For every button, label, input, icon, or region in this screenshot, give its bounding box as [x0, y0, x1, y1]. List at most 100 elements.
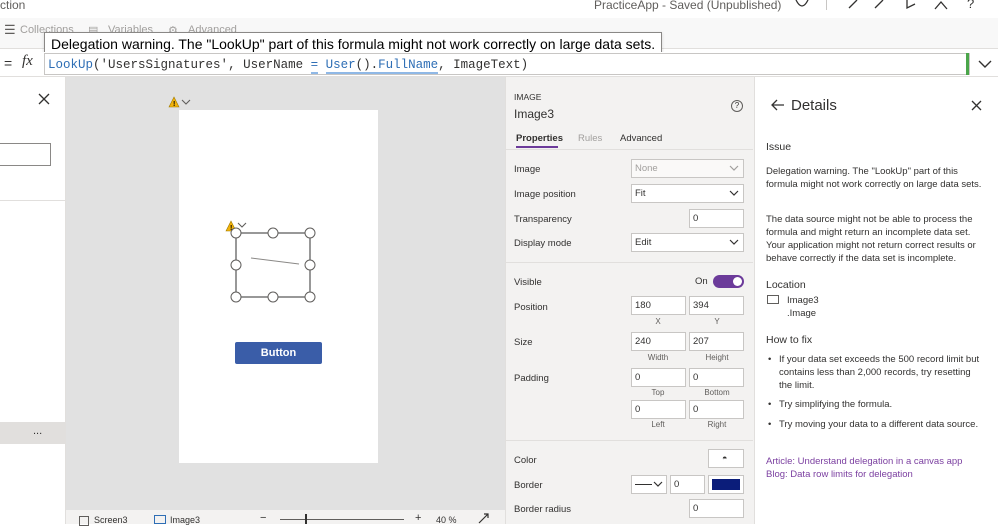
- padding-bottom-label: Bottom: [704, 388, 730, 397]
- transparency-label: Transparency: [514, 214, 572, 225]
- image-label: Image: [514, 164, 541, 175]
- paint-bucket-icon: ◓: [722, 453, 728, 463]
- border-radius-label: Border radius: [514, 504, 572, 515]
- image-position-value: Fit: [635, 188, 646, 199]
- fix-item: Try moving your data to a different data…: [779, 419, 979, 430]
- article-link[interactable]: Article: Understand delegation in a canv…: [766, 456, 962, 467]
- formula-expand-chevron-icon[interactable]: [978, 59, 992, 69]
- hamburger-icon[interactable]: ☰: [4, 22, 16, 38]
- position-x-label: X: [655, 317, 661, 326]
- screen-warning-icon[interactable]: !: [168, 96, 194, 110]
- app-checker-icon[interactable]: [794, 0, 810, 10]
- bullet: •: [768, 399, 772, 410]
- toolbar-divider: [826, 0, 827, 10]
- padding-top-input[interactable]: 0: [631, 368, 686, 387]
- app-status: PracticeApp - Saved (Unpublished): [594, 0, 782, 12]
- chevron-down-icon: [729, 190, 739, 196]
- howto-heading: How to fix: [766, 334, 813, 346]
- position-y-input[interactable]: 394: [689, 296, 744, 315]
- props-section-divider: [506, 440, 753, 441]
- zoom-slider-track[interactable]: [280, 519, 404, 520]
- zoom-in-button[interactable]: +: [415, 512, 421, 524]
- location-property: .Image: [787, 308, 817, 319]
- fit-to-window-icon[interactable]: [478, 513, 490, 524]
- border-style-dropdown[interactable]: [631, 475, 667, 494]
- help-circle-icon[interactable]: ?: [731, 100, 743, 112]
- chevron-down-icon: [729, 239, 739, 245]
- display-mode-value: Edit: [635, 237, 652, 248]
- padding-right-label: Right: [707, 420, 727, 429]
- location-heading: Location: [766, 279, 806, 291]
- chevron-down-icon: [729, 165, 739, 171]
- height-input[interactable]: 207: [689, 332, 744, 351]
- padding-left-input[interactable]: 0: [631, 400, 686, 419]
- size-label: Size: [514, 337, 533, 348]
- formula-token-user: User: [325, 58, 356, 74]
- formula-token-fullname: FullName: [378, 58, 439, 74]
- tab-advanced-props[interactable]: Advanced: [620, 133, 662, 144]
- border-width-input[interactable]: 0: [670, 475, 705, 494]
- fix-item: If your data set exceeds the 500 record …: [779, 354, 980, 391]
- issue-explanation: The data source might not be able to pro…: [766, 214, 976, 264]
- share-icon[interactable]: [933, 0, 949, 10]
- screen-checkbox-icon[interactable]: [79, 516, 89, 526]
- height-label: Height: [705, 353, 729, 362]
- fx-icon[interactable]: fx: [22, 53, 33, 70]
- display-mode-label: Display mode: [514, 238, 572, 249]
- transparency-input[interactable]: 0: [689, 209, 744, 228]
- padding-top-label: Top: [651, 388, 665, 397]
- formula-token-equals: =: [310, 58, 319, 74]
- details-title: Details: [791, 97, 837, 114]
- blog-link[interactable]: Blog: Data row limits for delegation: [766, 469, 913, 480]
- back-arrow-icon[interactable]: [771, 99, 785, 111]
- chevron-down-icon: [653, 481, 663, 487]
- formula-equals: =: [4, 55, 13, 71]
- width-label: Width: [647, 353, 669, 362]
- control-type: IMAGE: [514, 92, 542, 102]
- toggle-knob: [733, 277, 742, 286]
- tab-rules[interactable]: Rules: [578, 133, 602, 144]
- border-color-swatch: [712, 479, 740, 490]
- border-radius-input[interactable]: 0: [689, 499, 744, 518]
- redo-icon[interactable]: [873, 0, 887, 10]
- play-icon[interactable]: [904, 0, 918, 10]
- issue-text: Delegation warning. The "LookUp" part of…: [766, 166, 982, 190]
- tree-divider: [0, 200, 65, 201]
- formula-token-call: ().: [355, 58, 379, 74]
- help-icon[interactable]: ?: [967, 0, 974, 11]
- formula-token-paren: (: [93, 58, 101, 72]
- close-details-icon[interactable]: [971, 100, 982, 111]
- location-control[interactable]: Image3: [787, 294, 819, 307]
- title-fragment: ction: [0, 0, 26, 12]
- image-dropdown[interactable]: None: [631, 159, 744, 178]
- image-location-icon: [767, 295, 779, 304]
- padding-right-input[interactable]: 0: [689, 400, 744, 419]
- formula-input[interactable]: LookUp('UsersSignatures', UserName = Use…: [44, 53, 970, 75]
- position-label: Position: [514, 302, 548, 313]
- visible-label: Visible: [514, 277, 542, 288]
- close-icon[interactable]: [38, 93, 50, 105]
- image-position-label: Image position: [514, 189, 576, 200]
- image-position-dropdown[interactable]: Fit: [631, 184, 744, 203]
- image-dropdown-value: None: [635, 163, 658, 174]
- formula-token-rest: , ImageText): [438, 58, 529, 72]
- visible-toggle[interactable]: [713, 275, 744, 288]
- padding-label: Padding: [514, 373, 549, 384]
- issue-heading: Issue: [766, 141, 792, 153]
- color-label: Color: [514, 455, 537, 466]
- tree-search-input[interactable]: [0, 143, 51, 166]
- position-x-input[interactable]: 180: [631, 296, 686, 315]
- color-picker[interactable]: ◓: [708, 449, 744, 468]
- app-button[interactable]: Button: [235, 342, 322, 364]
- image-control-selected[interactable]: !: [224, 218, 324, 304]
- border-color-picker[interactable]: [708, 475, 744, 494]
- display-mode-dropdown[interactable]: Edit: [631, 233, 744, 252]
- control-name[interactable]: Image3: [514, 107, 554, 121]
- width-input[interactable]: 240: [631, 332, 686, 351]
- tree-item-more-icon[interactable]: ...: [33, 425, 42, 437]
- undo-icon[interactable]: [847, 0, 861, 10]
- zoom-slider-thumb[interactable]: [305, 514, 307, 524]
- zoom-out-button[interactable]: −: [260, 512, 266, 524]
- padding-bottom-input[interactable]: 0: [689, 368, 744, 387]
- tab-properties[interactable]: Properties: [516, 133, 563, 144]
